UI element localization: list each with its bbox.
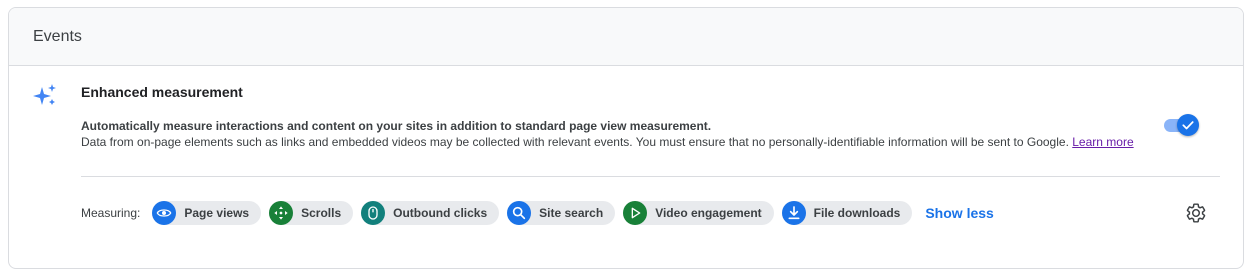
sparkle-icon <box>33 84 56 105</box>
scroll-icon <box>269 200 294 225</box>
chip-label: Page views <box>184 205 250 220</box>
toggle-thumb <box>1177 114 1199 136</box>
chip-label: Video engagement <box>655 205 762 220</box>
enhanced-measurement-toggle[interactable] <box>1164 113 1200 137</box>
chip-scrolls[interactable]: Scrolls <box>269 200 354 225</box>
learn-more-link[interactable]: Learn more <box>1072 135 1133 149</box>
chip-file-downloads[interactable]: File downloads <box>781 200 913 225</box>
chip-label: Scrolls <box>301 205 342 220</box>
card-header: Events <box>9 8 1243 66</box>
enhanced-description-bold: Automatically measure interactions and c… <box>81 119 712 133</box>
check-icon <box>1182 121 1194 130</box>
show-less-link[interactable]: Show less <box>925 205 993 221</box>
gear-icon[interactable] <box>1185 202 1207 224</box>
mouse-icon <box>361 200 386 225</box>
measuring-label: Measuring: <box>81 205 141 220</box>
enhanced-description: Data from on-page elements such as links… <box>81 135 1171 150</box>
chip-page-views[interactable]: Page views <box>152 200 262 225</box>
chip-site-search[interactable]: Site search <box>507 200 616 225</box>
measuring-row: Measuring: Page views Scrolls Outbound c… <box>81 200 994 225</box>
download-icon <box>781 200 806 225</box>
events-card: Events Enhanced measurement Automaticall… <box>8 7 1244 269</box>
chip-outbound-clicks[interactable]: Outbound clicks <box>361 200 500 225</box>
chip-video-engagement[interactable]: Video engagement <box>623 200 774 225</box>
card-title: Events <box>33 27 82 45</box>
search-icon <box>507 200 532 225</box>
enhanced-measurement-title: Enhanced measurement <box>81 84 243 100</box>
chip-label: Outbound clicks <box>393 205 488 220</box>
divider <box>81 176 1220 177</box>
enhanced-description-text: Data from on-page elements such as links… <box>81 135 1069 149</box>
chip-label: Site search <box>539 205 604 220</box>
play-icon <box>623 200 648 225</box>
chip-label: File downloads <box>813 205 901 220</box>
eye-icon <box>152 200 177 225</box>
